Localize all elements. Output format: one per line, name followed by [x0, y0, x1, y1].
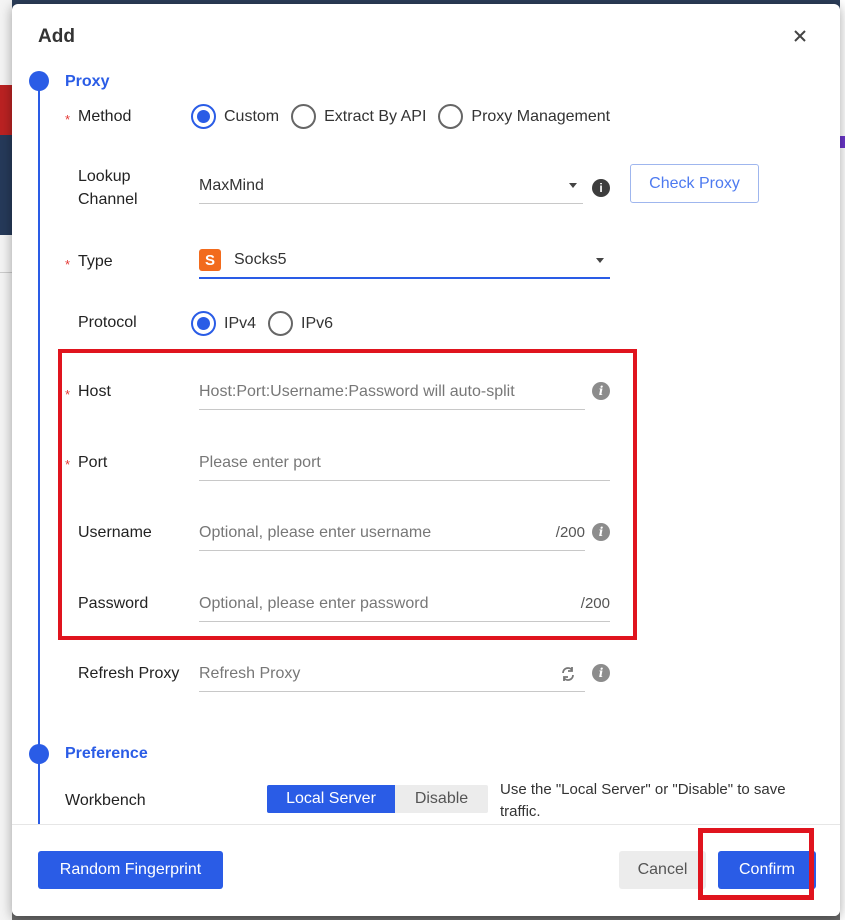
lookup-channel-value: MaxMind [199, 176, 264, 194]
background-accent-strip [840, 136, 845, 148]
workbench-option-local-server[interactable]: Local Server [267, 785, 395, 813]
background-strip [0, 135, 12, 235]
protocol-label: Protocol [78, 314, 137, 331]
highlight-annotation-box [58, 349, 637, 640]
radio-circle [191, 311, 216, 336]
method-label: Method [78, 108, 132, 125]
timeline-dot [29, 71, 49, 91]
dialog-title: Add [38, 26, 75, 47]
background-divider [0, 272, 12, 273]
check-proxy-button[interactable]: Check Proxy [630, 164, 759, 203]
radio-circle [291, 104, 317, 129]
workbench-option-disable[interactable]: Disable [395, 785, 488, 813]
background-app-sidebar [0, 0, 12, 920]
lookup-channel-label-line2: Channel [78, 191, 138, 208]
random-fingerprint-button[interactable]: Random Fingerprint [38, 851, 223, 889]
method-radio-group: Custom Extract By API Proxy Management [191, 104, 622, 129]
radio-label: Proxy Management [471, 107, 611, 125]
refresh-proxy-label: Refresh Proxy [78, 665, 180, 682]
radio-circle [191, 104, 216, 129]
info-icon[interactable]: i [592, 664, 610, 682]
type-value: Socks5 [234, 251, 287, 268]
radio-circle [438, 104, 464, 129]
workbench-hint: Use the "Local Server" or "Disable" to s… [500, 781, 786, 820]
timeline-dot [29, 744, 49, 764]
protocol-radio-group: IPv4 IPv6 [191, 311, 345, 336]
lookup-channel-label-line1: Lookup [78, 168, 131, 185]
method-option-custom[interactable]: Custom [191, 104, 279, 129]
timeline-line [38, 80, 40, 824]
workbench-label: Workbench [65, 792, 146, 809]
radio-label: IPv6 [301, 314, 334, 332]
section-title-proxy: Proxy [65, 73, 110, 90]
radio-label: Extract By API [324, 107, 427, 125]
protocol-option-ipv6[interactable]: IPv6 [268, 311, 333, 336]
workbench-toggle: Local Server Disable [267, 785, 488, 813]
add-proxy-dialog: Add Proxy * Method Custom Extract By API… [12, 4, 840, 916]
method-option-proxy-management[interactable]: Proxy Management [438, 104, 610, 129]
info-icon[interactable]: i [592, 179, 610, 197]
background-strip [0, 85, 12, 135]
close-icon[interactable] [790, 26, 810, 46]
required-marker: * [65, 257, 71, 272]
section-title-preference: Preference [65, 745, 148, 762]
radio-label: IPv4 [224, 314, 257, 332]
radio-label: Custom [224, 107, 280, 125]
type-label: Type [78, 253, 113, 270]
protocol-option-ipv4[interactable]: IPv4 [191, 311, 256, 336]
confirm-highlight-annotation [698, 828, 814, 900]
refresh-proxy-input[interactable]: Refresh Proxy [199, 656, 585, 692]
cancel-button[interactable]: Cancel [619, 851, 706, 889]
socks-badge-icon: S [199, 249, 221, 271]
refresh-icon[interactable] [559, 665, 577, 683]
refresh-proxy-placeholder: Refresh Proxy [199, 664, 301, 682]
radio-circle [268, 311, 294, 336]
required-marker: * [65, 112, 71, 127]
chevron-down-icon [596, 258, 604, 263]
lookup-channel-select[interactable]: MaxMind [199, 168, 583, 204]
chevron-down-icon [569, 183, 577, 188]
method-option-extract-by-api[interactable]: Extract By API [291, 104, 426, 129]
type-select[interactable]: S Socks5 [199, 243, 610, 279]
